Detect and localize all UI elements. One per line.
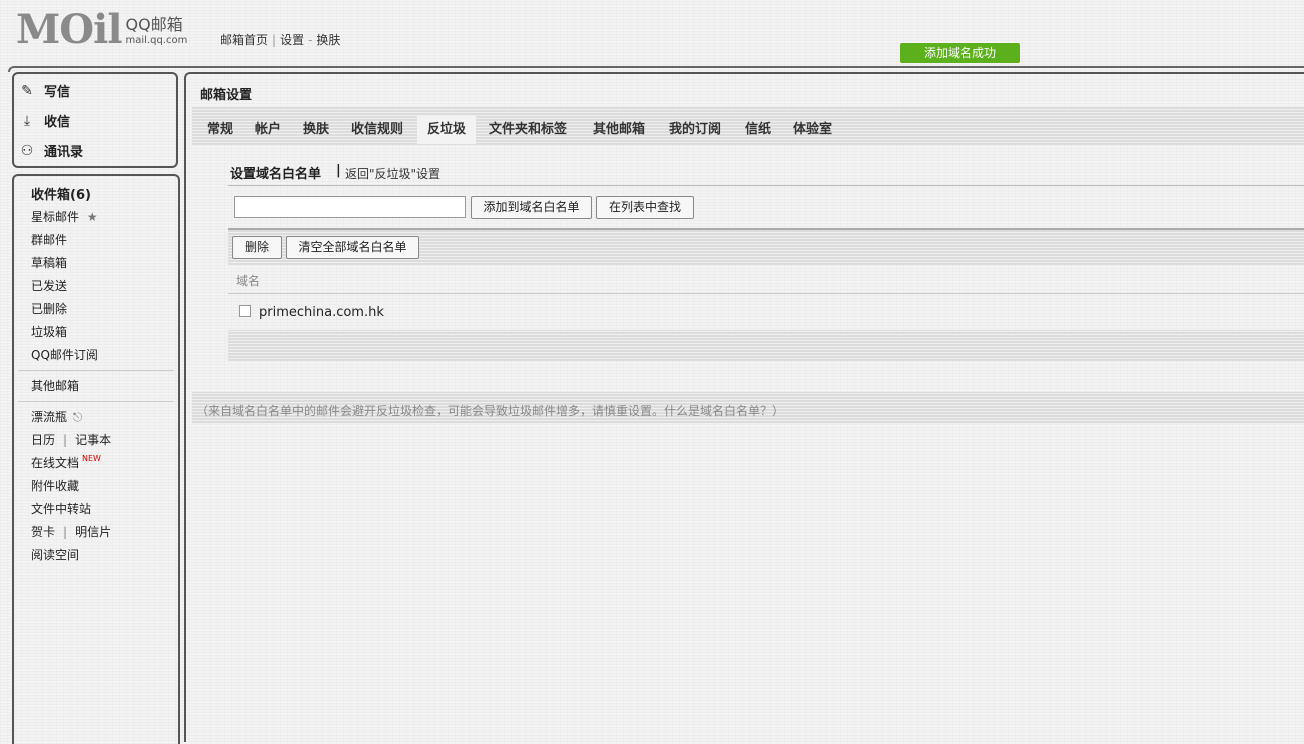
top-nav: 邮箱首页 | 设置 - 换肤 [220,31,340,48]
title-separator: | [336,163,341,178]
app-postcards[interactable]: 明信片 [75,525,111,539]
sidebar-divider [18,401,174,402]
success-toast: 添加域名成功 [900,43,1020,63]
sidebar-divider [18,370,174,371]
app-cards-row: 贺卡 | 明信片 [31,523,111,540]
other-mailboxes[interactable]: 其他邮箱 [31,377,79,394]
folder-group[interactable]: 群邮件 [31,231,67,248]
column-header-domain: 域名 [236,274,261,288]
header-divider [228,293,1304,294]
logo-title: QQ邮箱 [125,15,183,34]
new-badge: NEW [82,454,101,463]
receive-button[interactable]: ⤓ 收信 [18,111,71,131]
app-notes[interactable]: 记事本 [75,433,111,447]
star-icon: ★ [86,210,98,224]
whitelist-note: （来自域名白名单中的邮件会避开反垃圾检查，可能会导致垃圾邮件增多，请慎重设置。什… [196,404,785,418]
delete-button[interactable]: 删除 [232,236,282,259]
tab-mail-rules[interactable]: 收信规则 [351,116,403,144]
row-checkbox[interactable] [239,305,251,317]
app-calendar-notes-row: 日历 | 记事本 [31,431,111,448]
app-greeting-cards[interactable]: 贺卡 [31,525,55,539]
folder-deleted[interactable]: 已删除 [31,300,67,317]
clear-whitelist-button[interactable]: 清空全部域名白名单 [286,236,419,259]
list-footer-bar [228,330,1304,362]
app-drift-bottle[interactable]: 漂流瓶 ⎋ [31,408,82,425]
compose-button[interactable]: ✎ 写信 [18,81,71,101]
folder-inbox[interactable]: 收件箱(6) [31,184,91,203]
download-icon: ⤓ [23,112,31,129]
app-reading-space[interactable]: 阅读空间 [31,546,79,563]
folder-drafts[interactable]: 草稿箱 [31,254,67,271]
contacts-icon: ⚇ [20,142,34,159]
online-docs-label: 在线文档 [31,456,80,470]
section-title: 设置域名白名单 [230,167,322,182]
pencil-icon: ✎ [21,82,33,99]
tab-my-subscriptions[interactable]: 我的订阅 [669,116,721,144]
tab-labs[interactable]: 体验室 [793,116,832,144]
folder-subscriptions[interactable]: QQ邮件订阅 [31,346,98,363]
app-attachments[interactable]: 附件收藏 [31,477,79,494]
nav-separator: | [272,33,277,47]
whitelist-row-domain: primechina.com.hk [259,305,384,320]
nav-skin[interactable]: 换肤 [316,33,340,47]
nav-separator: - [308,33,313,47]
tab-anti-spam[interactable]: 反垃圾 [417,116,477,144]
nav-settings[interactable]: 设置 [280,33,304,47]
tab-general[interactable]: 常规 [207,116,233,144]
contacts-button[interactable]: ⚇ 通讯录 [18,141,84,161]
domain-input[interactable] [234,196,466,218]
nav-mail-home[interactable]: 邮箱首页 [220,33,268,47]
back-to-anti-spam-link[interactable]: 返回"反垃圾"设置 [345,165,440,182]
vertical-separator: | [63,525,68,539]
logo-mark: MOil [16,6,123,53]
app-file-transfer[interactable]: 文件中转站 [31,500,91,517]
qqmail-logo[interactable]: MOil QQ邮箱 mail.qq.com [16,6,188,53]
folder-starred[interactable]: 星标邮件 ★ [31,208,98,225]
tab-stationery[interactable]: 信纸 [745,116,771,144]
compose-label: 写信 [44,85,71,100]
add-to-whitelist-button[interactable]: 添加到域名白名单 [471,196,592,219]
receive-label: 收信 [44,115,71,130]
folder-sent[interactable]: 已发送 [31,277,67,294]
app-calendar[interactable]: 日历 [31,433,55,447]
tab-skin[interactable]: 换肤 [303,116,329,144]
section-divider [228,185,1304,186]
tab-folders-labels[interactable]: 文件夹和标签 [489,116,567,144]
logo-text: QQ邮箱 mail.qq.com [126,16,188,48]
folder-starred-label: 星标邮件 [31,210,80,224]
contacts-label: 通讯录 [44,145,84,160]
bottle-icon: ⎋ [72,410,83,424]
vertical-separator: | [63,433,68,447]
drift-bottle-label: 漂流瓶 [31,410,68,424]
folder-spam[interactable]: 垃圾箱 [31,323,67,340]
app-online-docs[interactable]: 在线文档 NEW [31,454,101,471]
page-title: 邮箱设置 [200,88,253,103]
find-in-list-button[interactable]: 在列表中查找 [596,196,694,219]
tab-other-mailboxes[interactable]: 其他邮箱 [593,116,645,144]
logo-domain: mail.qq.com [125,35,188,46]
tab-account[interactable]: 帐户 [255,116,281,144]
